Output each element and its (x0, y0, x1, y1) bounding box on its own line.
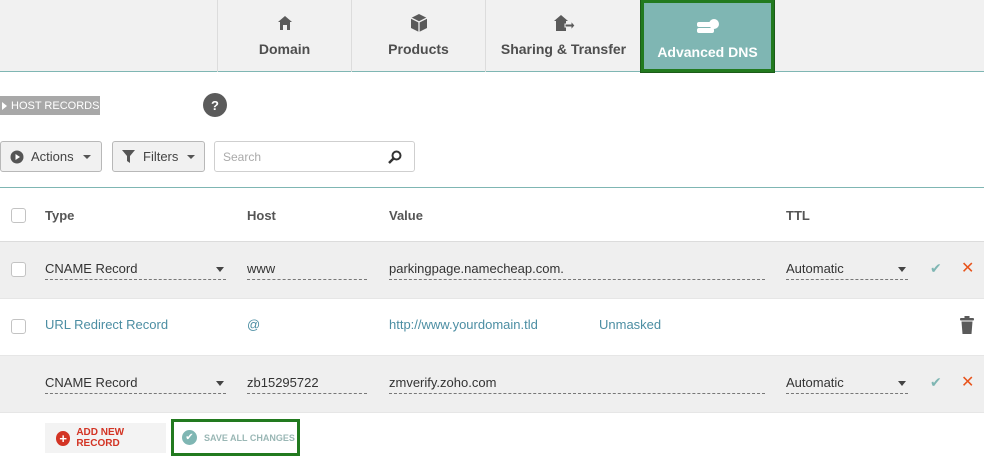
tab-advanced-dns-label: Advanced DNS (657, 44, 758, 60)
tab-domain[interactable]: Domain (217, 0, 351, 72)
row-checkbox[interactable] (11, 319, 26, 334)
header-host: Host (247, 208, 276, 223)
tab-bar: Domain Products Sharing & Transfer Advan… (0, 0, 984, 72)
host-records-text: HOST RECORDS (11, 99, 100, 112)
dns-server-icon (696, 15, 720, 37)
chevron-down-icon (216, 381, 224, 386)
plus-icon: + (56, 430, 71, 446)
header-type: Type (45, 208, 75, 223)
add-new-record-button[interactable]: + ADD NEW RECORD (45, 423, 166, 453)
host-input[interactable]: www (247, 258, 367, 280)
ttl-value: Automatic (786, 261, 844, 276)
add-new-record-label: ADD NEW RECORD (76, 427, 125, 449)
chevron-down-icon (898, 267, 906, 272)
value-text[interactable]: http://www.yourdomain.tld (389, 317, 538, 332)
actions-button[interactable]: Actions (0, 141, 102, 172)
table-row: CNAME Record www parkingpage.namecheap.c… (0, 242, 984, 299)
save-all-changes-button[interactable]: ✔ SAVE ALL CHANGES (171, 419, 300, 456)
ttl-value: Automatic (786, 375, 844, 390)
type-select[interactable]: CNAME Record (45, 258, 226, 280)
value-input[interactable]: zmverify.zoho.com (389, 372, 765, 394)
search-icon[interactable] (388, 150, 402, 169)
home-icon (277, 12, 293, 34)
actions-label: Actions (31, 149, 74, 164)
chevron-down-icon (82, 154, 91, 159)
header-ttl: TTL (786, 208, 810, 223)
transfer-icon (553, 12, 575, 34)
filter-icon (122, 150, 135, 163)
table-header: Type Host Value TTL (0, 187, 984, 242)
type-select[interactable]: CNAME Record (45, 372, 226, 394)
search-box (214, 141, 415, 172)
type-value: CNAME Record (45, 261, 138, 276)
redirect-mode-text[interactable]: Unmasked (599, 317, 661, 332)
tab-sharing-transfer-label: Sharing & Transfer (500, 41, 627, 57)
table-row: CNAME Record zb15295722 zmverify.zoho.co… (0, 356, 984, 413)
save-row-icon[interactable]: ✔ (930, 260, 942, 277)
header-value: Value (389, 208, 423, 223)
value-text: parkingpage.namecheap.com. (389, 261, 564, 276)
chevron-down-icon (187, 154, 196, 159)
ttl-select[interactable]: Automatic (786, 258, 908, 280)
row-checkbox[interactable] (11, 262, 26, 277)
host-value: zb15295722 (247, 375, 319, 390)
value-text: zmverify.zoho.com (389, 375, 497, 390)
tab-products-label: Products (388, 41, 449, 57)
chevron-down-icon (216, 267, 224, 272)
checkmark-icon: ✔ (182, 430, 197, 445)
select-all-checkbox[interactable] (11, 208, 26, 223)
filters-label: Filters (143, 149, 179, 164)
tab-domain-label: Domain (258, 41, 311, 57)
ttl-select[interactable]: Automatic (786, 372, 908, 394)
cancel-row-icon[interactable]: ✕ (961, 372, 974, 392)
save-row-icon[interactable]: ✔ (930, 374, 942, 391)
host-input[interactable]: zb15295722 (247, 372, 367, 394)
save-all-changes-label: SAVE ALL CHANGES (204, 432, 295, 443)
tab-products[interactable]: Products (351, 0, 485, 72)
tab-sharing-transfer[interactable]: Sharing & Transfer (485, 0, 641, 72)
tab-advanced-dns[interactable]: Advanced DNS (641, 0, 774, 72)
host-records-label[interactable]: HOST RECORDS (0, 96, 100, 115)
chevron-down-icon (898, 381, 906, 386)
trash-icon[interactable] (960, 316, 974, 339)
type-text[interactable]: URL Redirect Record (45, 317, 168, 332)
type-value: CNAME Record (45, 375, 138, 390)
host-text[interactable]: @ (247, 317, 260, 332)
table-row: URL Redirect Record @ http://www.yourdom… (0, 299, 984, 356)
search-input[interactable] (215, 142, 375, 171)
help-icon[interactable]: ? (203, 93, 227, 117)
cancel-row-icon[interactable]: ✕ (961, 258, 974, 278)
box-icon (409, 12, 429, 34)
advanced-dns-page: Domain Products Sharing & Transfer Advan… (0, 0, 984, 459)
value-input[interactable]: parkingpage.namecheap.com. (389, 258, 765, 280)
expand-arrow-icon (2, 101, 7, 110)
play-circle-icon (10, 150, 24, 163)
host-value: www (247, 261, 276, 276)
filters-button[interactable]: Filters (112, 141, 205, 172)
